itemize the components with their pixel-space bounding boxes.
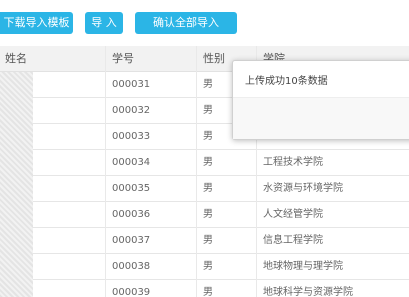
table-row[interactable]: 35 000035 男 水资源与环境学院 xyxy=(0,176,409,202)
toolbar: 下载导入模板 导 入 确认全部导入 xyxy=(0,0,409,44)
cell-gender: 男 xyxy=(203,287,213,297)
cell-student-id: 000038 xyxy=(112,261,151,272)
table-row[interactable]: 36 000036 男 人文经管学院 xyxy=(0,202,409,228)
cell-student-id: 000037 xyxy=(112,235,151,246)
import-button[interactable]: 导 入 xyxy=(85,12,123,34)
cell-gender: 男 xyxy=(203,209,213,220)
table-row[interactable]: 37 000037 男 信息工程学院 xyxy=(0,228,409,254)
cell-college: 信息工程学院 xyxy=(263,235,323,246)
redacted-name-mask xyxy=(0,72,33,297)
table-row[interactable]: 34 000034 男 工程技术学院 xyxy=(0,150,409,176)
download-template-button[interactable]: 下载导入模板 xyxy=(0,12,73,34)
cell-college: 人文经管学院 xyxy=(263,209,323,220)
table-row[interactable]: 39 000039 男 地球科学与资源学院 xyxy=(0,280,409,297)
cell-gender: 男 xyxy=(203,261,213,272)
column-header-name: 姓名 xyxy=(5,52,27,65)
confirm-import-all-button[interactable]: 确认全部导入 xyxy=(135,12,237,34)
toast-footer xyxy=(233,98,409,139)
cell-student-id: 000035 xyxy=(112,183,151,194)
cell-gender: 男 xyxy=(203,157,213,168)
cell-student-id: 000033 xyxy=(112,131,151,142)
cell-student-id: 000036 xyxy=(112,209,151,220)
column-divider xyxy=(105,46,106,297)
upload-result-dialog: 上传成功10条数据 xyxy=(232,60,409,140)
cell-gender: 男 xyxy=(203,235,213,246)
cell-student-id: 000031 xyxy=(112,79,151,90)
column-divider xyxy=(196,46,197,297)
cell-gender: 男 xyxy=(203,183,213,194)
cell-college: 地球物理与理学院 xyxy=(263,261,343,272)
cell-college: 工程技术学院 xyxy=(263,157,323,168)
cell-student-id: 000032 xyxy=(112,105,151,116)
cell-college: 地球科学与资源学院 xyxy=(263,287,353,297)
cell-student-id: 000039 xyxy=(112,287,151,297)
column-header-student-id: 学号 xyxy=(112,52,134,65)
cell-college: 水资源与环境学院 xyxy=(263,183,343,194)
toast-message: 上传成功10条数据 xyxy=(245,76,328,87)
cell-student-id: 000034 xyxy=(112,157,151,168)
table-row[interactable]: 38 000038 男 地球物理与理学院 xyxy=(0,254,409,280)
